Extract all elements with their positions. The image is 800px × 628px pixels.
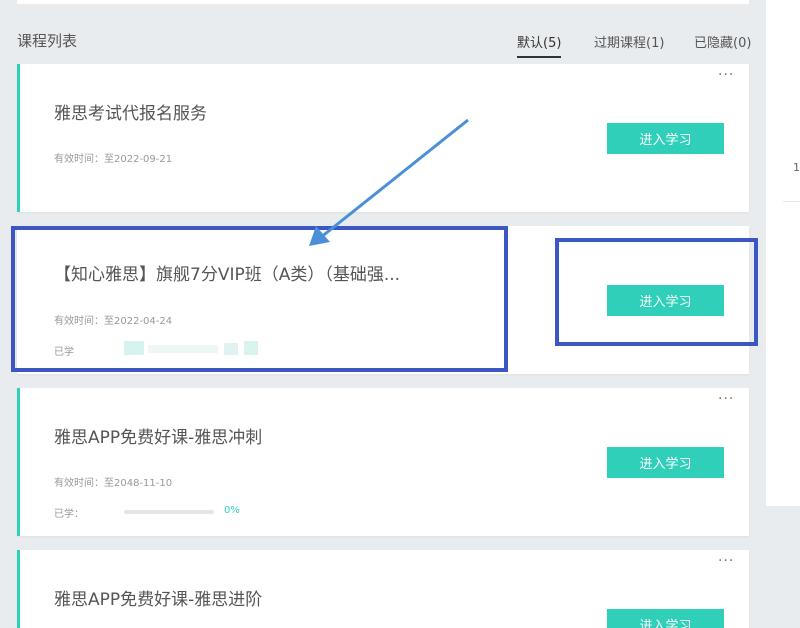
- more-options-icon[interactable]: ···: [718, 68, 734, 82]
- side-panel: [766, 0, 800, 506]
- enter-study-button[interactable]: 进入学习: [607, 609, 724, 628]
- progress-bar: [124, 510, 214, 514]
- course-filter-tabs: 默认(5) 过期课程(1) 已隐藏(0): [0, 32, 800, 58]
- more-options-icon[interactable]: ···: [718, 554, 734, 568]
- course-card: ··· 雅思考试代报名服务 有效时间：至2022-09-21 进入学习: [17, 64, 749, 212]
- learned-label: 已学: [54, 347, 74, 358]
- card-accent-bar: [17, 64, 20, 212]
- progress-percent: 0%: [224, 505, 240, 516]
- course-card: ··· 雅思APP免费好课-雅思冲刺 有效时间：至2048-11-10 已学： …: [17, 388, 749, 536]
- tab-expired[interactable]: 过期课程(1): [594, 32, 664, 56]
- side-panel-divider: [783, 201, 800, 202]
- course-title[interactable]: 雅思APP免费好课-雅思冲刺: [54, 423, 262, 448]
- learned-label: 已学：: [54, 509, 84, 520]
- learned-progress: 已学： 0%: [54, 505, 240, 520]
- course-card: ··· 雅思APP免费好课-雅思进阶 进入学习: [17, 550, 749, 628]
- course-card: 【知心雅思】旗舰7分VIP班（A类）（基础强... 有效时间：至2022-04-…: [17, 226, 749, 374]
- course-title[interactable]: 雅思考试代报名服务: [54, 99, 207, 124]
- course-validity: 有效时间：至2048-11-10: [54, 478, 173, 489]
- enter-study-button[interactable]: 进入学习: [607, 447, 724, 478]
- more-options-icon[interactable]: ···: [718, 392, 734, 406]
- tab-hidden[interactable]: 已隐藏(0): [694, 32, 751, 56]
- course-title[interactable]: 【知心雅思】旗舰7分VIP班（A类）（基础强...: [54, 260, 400, 285]
- card-accent-bar: [17, 550, 20, 628]
- course-validity: 有效时间：至2022-09-21: [54, 154, 173, 165]
- previous-card-edge: [17, 0, 749, 4]
- enter-study-button[interactable]: 进入学习: [607, 285, 724, 316]
- course-validity: 有效时间：至2022-04-24: [54, 316, 173, 327]
- enter-study-button[interactable]: 进入学习: [607, 123, 724, 154]
- blurred-progress: [124, 341, 274, 355]
- card-accent-bar: [17, 388, 20, 536]
- learned-progress: 已学: [54, 341, 258, 358]
- tab-default[interactable]: 默认(5): [517, 32, 562, 58]
- side-panel-number: 1: [793, 161, 800, 174]
- course-title[interactable]: 雅思APP免费好课-雅思进阶: [54, 585, 262, 610]
